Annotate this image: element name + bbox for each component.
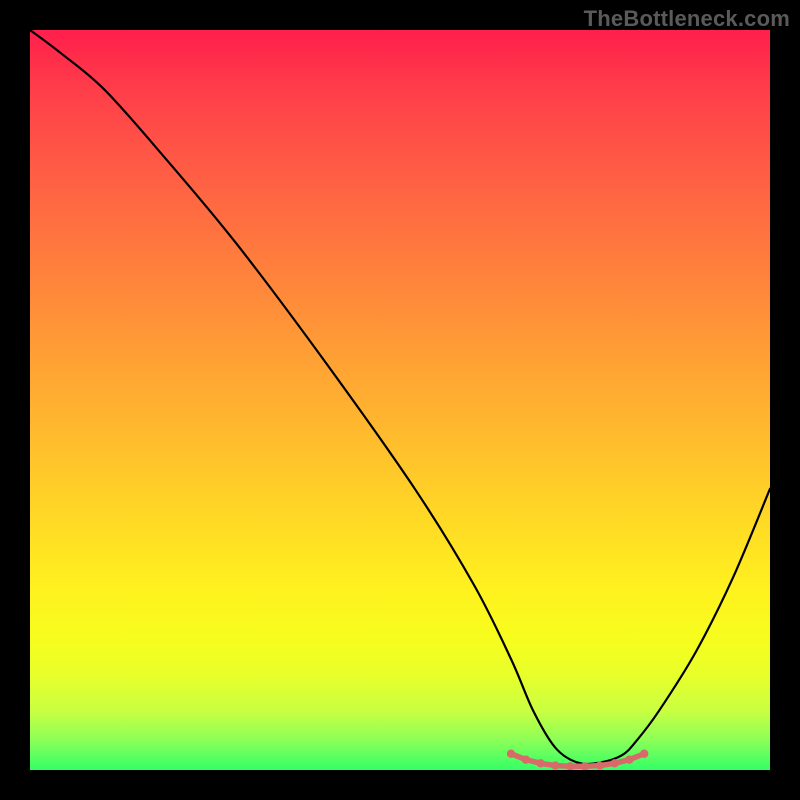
plot-area: [30, 30, 770, 770]
marker-dot: [625, 755, 633, 763]
chart-container: TheBottleneck.com: [0, 0, 800, 800]
marker-dot: [522, 755, 530, 763]
curve-line: [30, 30, 770, 764]
marker-dot: [610, 759, 618, 767]
marker-dot: [507, 750, 515, 758]
watermark-text: TheBottleneck.com: [584, 6, 790, 32]
marker-dot: [551, 761, 559, 769]
marker-dot: [566, 762, 574, 770]
marker-dot: [640, 750, 648, 758]
curve-svg: [30, 30, 770, 770]
markers-connector: [511, 754, 644, 767]
marker-dot: [536, 759, 544, 767]
marker-dot: [596, 761, 604, 769]
